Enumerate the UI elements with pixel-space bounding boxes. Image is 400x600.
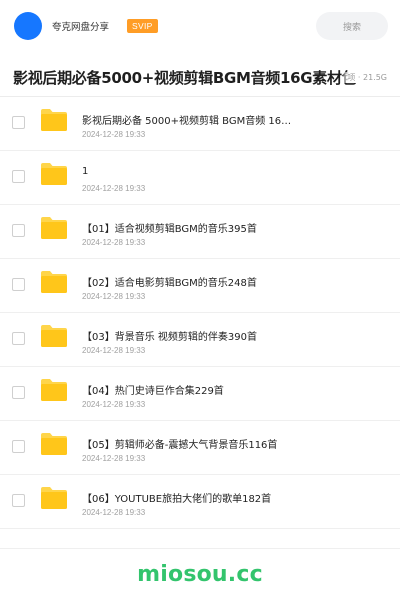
folder-icon: [40, 216, 68, 240]
list-item[interactable]: 【01】适合视频剪辑BGM的音乐395首 2024-12-28 19:33: [0, 205, 400, 259]
checkbox[interactable]: [12, 440, 25, 453]
footer-divider: [0, 548, 400, 549]
item-name[interactable]: 【02】适合电影剪辑BGM的音乐248首: [82, 274, 322, 289]
search-button[interactable]: 搜索: [316, 12, 388, 40]
list-item[interactable]: 【02】适合电影剪辑BGM的音乐248首 2024-12-28 19:33: [0, 259, 400, 313]
list-item[interactable]: 1 2024-12-28 19:33: [0, 151, 400, 205]
header: 夸克网盘分享 SVIP 搜索: [0, 0, 400, 52]
item-date: 2024-12-28 19:33: [82, 346, 146, 355]
avatar[interactable]: [14, 12, 42, 40]
title-row: 影视后期必备5000+视频剪辑BGM音频16G素材包 项 · 21.5G: [0, 60, 400, 94]
checkbox[interactable]: [12, 116, 25, 129]
item-date: 2024-12-28 19:33: [82, 130, 146, 139]
item-name[interactable]: 【04】热门史诗巨作合集229首: [82, 382, 322, 397]
list-item[interactable]: 影视后期必备 5000+视频剪辑 BGM音频 16… 2024-12-28 19…: [0, 97, 400, 151]
list-item[interactable]: 【05】剪辑师必备-震撼大气背景音乐116首 2024-12-28 19:33: [0, 421, 400, 475]
folder-icon: [40, 324, 68, 348]
folder-icon: [40, 270, 68, 294]
checkbox[interactable]: [12, 224, 25, 237]
item-name[interactable]: 1: [82, 166, 322, 177]
username[interactable]: 夸克网盘分享: [52, 19, 109, 33]
item-date: 2024-12-28 19:33: [82, 400, 146, 409]
folder-icon: [40, 486, 68, 510]
item-date: 2024-12-28 19:33: [82, 238, 146, 247]
item-date: 2024-12-28 19:33: [82, 508, 146, 517]
item-name[interactable]: 【06】YOUTUBE旅拍大佬们的歌单182首: [82, 490, 322, 505]
checkbox[interactable]: [12, 332, 25, 345]
folder-icon: [40, 378, 68, 402]
item-date: 2024-12-28 19:33: [82, 454, 146, 463]
checkbox[interactable]: [12, 494, 25, 507]
share-meta: 项 · 21.5G: [341, 72, 387, 83]
checkbox[interactable]: [12, 278, 25, 291]
file-list: 影视后期必备 5000+视频剪辑 BGM音频 16… 2024-12-28 19…: [0, 97, 400, 529]
item-date: 2024-12-28 19:33: [82, 184, 146, 193]
checkbox[interactable]: [12, 170, 25, 183]
share-page: 夸克网盘分享 SVIP 搜索 影视后期必备5000+视频剪辑BGM音频16G素材…: [0, 0, 400, 600]
folder-icon: [40, 162, 68, 186]
item-name[interactable]: 【01】适合视频剪辑BGM的音乐395首: [82, 220, 322, 235]
folder-icon: [40, 108, 68, 132]
item-date: 2024-12-28 19:33: [82, 292, 146, 301]
brand-watermark: miosou.cc: [137, 562, 263, 587]
checkbox[interactable]: [12, 386, 25, 399]
item-name[interactable]: 【05】剪辑师必备-震撼大气背景音乐116首: [82, 436, 322, 451]
list-item[interactable]: 【06】YOUTUBE旅拍大佬们的歌单182首 2024-12-28 19:33: [0, 475, 400, 529]
list-item[interactable]: 【03】背景音乐 视频剪辑的伴奏390首 2024-12-28 19:33: [0, 313, 400, 367]
list-item[interactable]: 【04】热门史诗巨作合集229首 2024-12-28 19:33: [0, 367, 400, 421]
item-name[interactable]: 影视后期必备 5000+视频剪辑 BGM音频 16…: [82, 112, 322, 127]
svip-badge: SVIP: [127, 19, 158, 33]
share-title: 影视后期必备5000+视频剪辑BGM音频16G素材包: [13, 68, 357, 87]
folder-icon: [40, 432, 68, 456]
item-name[interactable]: 【03】背景音乐 视频剪辑的伴奏390首: [82, 328, 322, 343]
